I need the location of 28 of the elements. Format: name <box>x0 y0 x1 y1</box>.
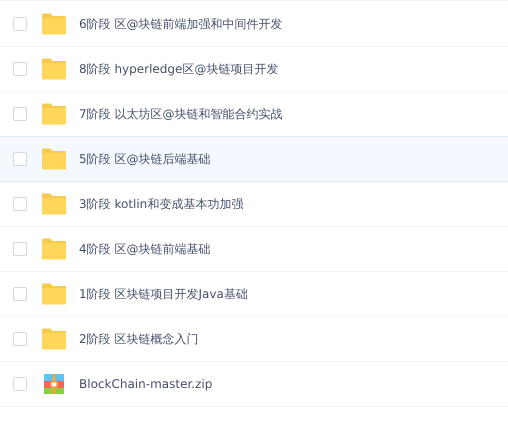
file-name[interactable]: 3阶段 kotlin和变成基本功加强 <box>79 196 244 212</box>
checkbox[interactable] <box>13 332 27 346</box>
file-name[interactable]: 6阶段 区@块链前端加强和中间件开发 <box>79 16 282 32</box>
checkbox[interactable] <box>13 152 27 166</box>
folder-icon <box>41 148 67 170</box>
file-name[interactable]: 7阶段 以太坊区@块链和智能合约实战 <box>79 106 282 122</box>
checkbox[interactable] <box>13 287 27 301</box>
folder-icon <box>41 13 67 35</box>
folder-icon <box>41 193 67 215</box>
checkbox[interactable] <box>13 17 27 31</box>
checkbox[interactable] <box>13 62 27 76</box>
file-name[interactable]: 1阶段 区块链项目开发Java基础 <box>79 286 248 302</box>
archive-icon <box>41 373 67 395</box>
checkbox[interactable] <box>13 107 27 121</box>
file-name[interactable]: 8阶段 hyperledge区@块链项目开发 <box>79 60 278 78</box>
checkbox[interactable] <box>13 377 27 391</box>
checkbox[interactable] <box>13 242 27 256</box>
file-name[interactable]: 2阶段 区块链概念入门 <box>79 330 198 348</box>
checkbox[interactable] <box>13 197 27 211</box>
folder-icon <box>41 58 67 80</box>
folder-icon <box>41 328 67 350</box>
file-row[interactable]: 5阶段 区@块链后端基础 <box>0 136 508 182</box>
file-name[interactable]: 5阶段 区@块链后端基础 <box>79 150 210 168</box>
file-name[interactable]: 4阶段 区@块链前端基础 <box>79 240 210 258</box>
folder-icon <box>41 238 67 260</box>
folder-icon <box>41 283 67 305</box>
file-name[interactable]: BlockChain-master.zip <box>79 377 212 391</box>
folder-icon <box>41 103 67 125</box>
